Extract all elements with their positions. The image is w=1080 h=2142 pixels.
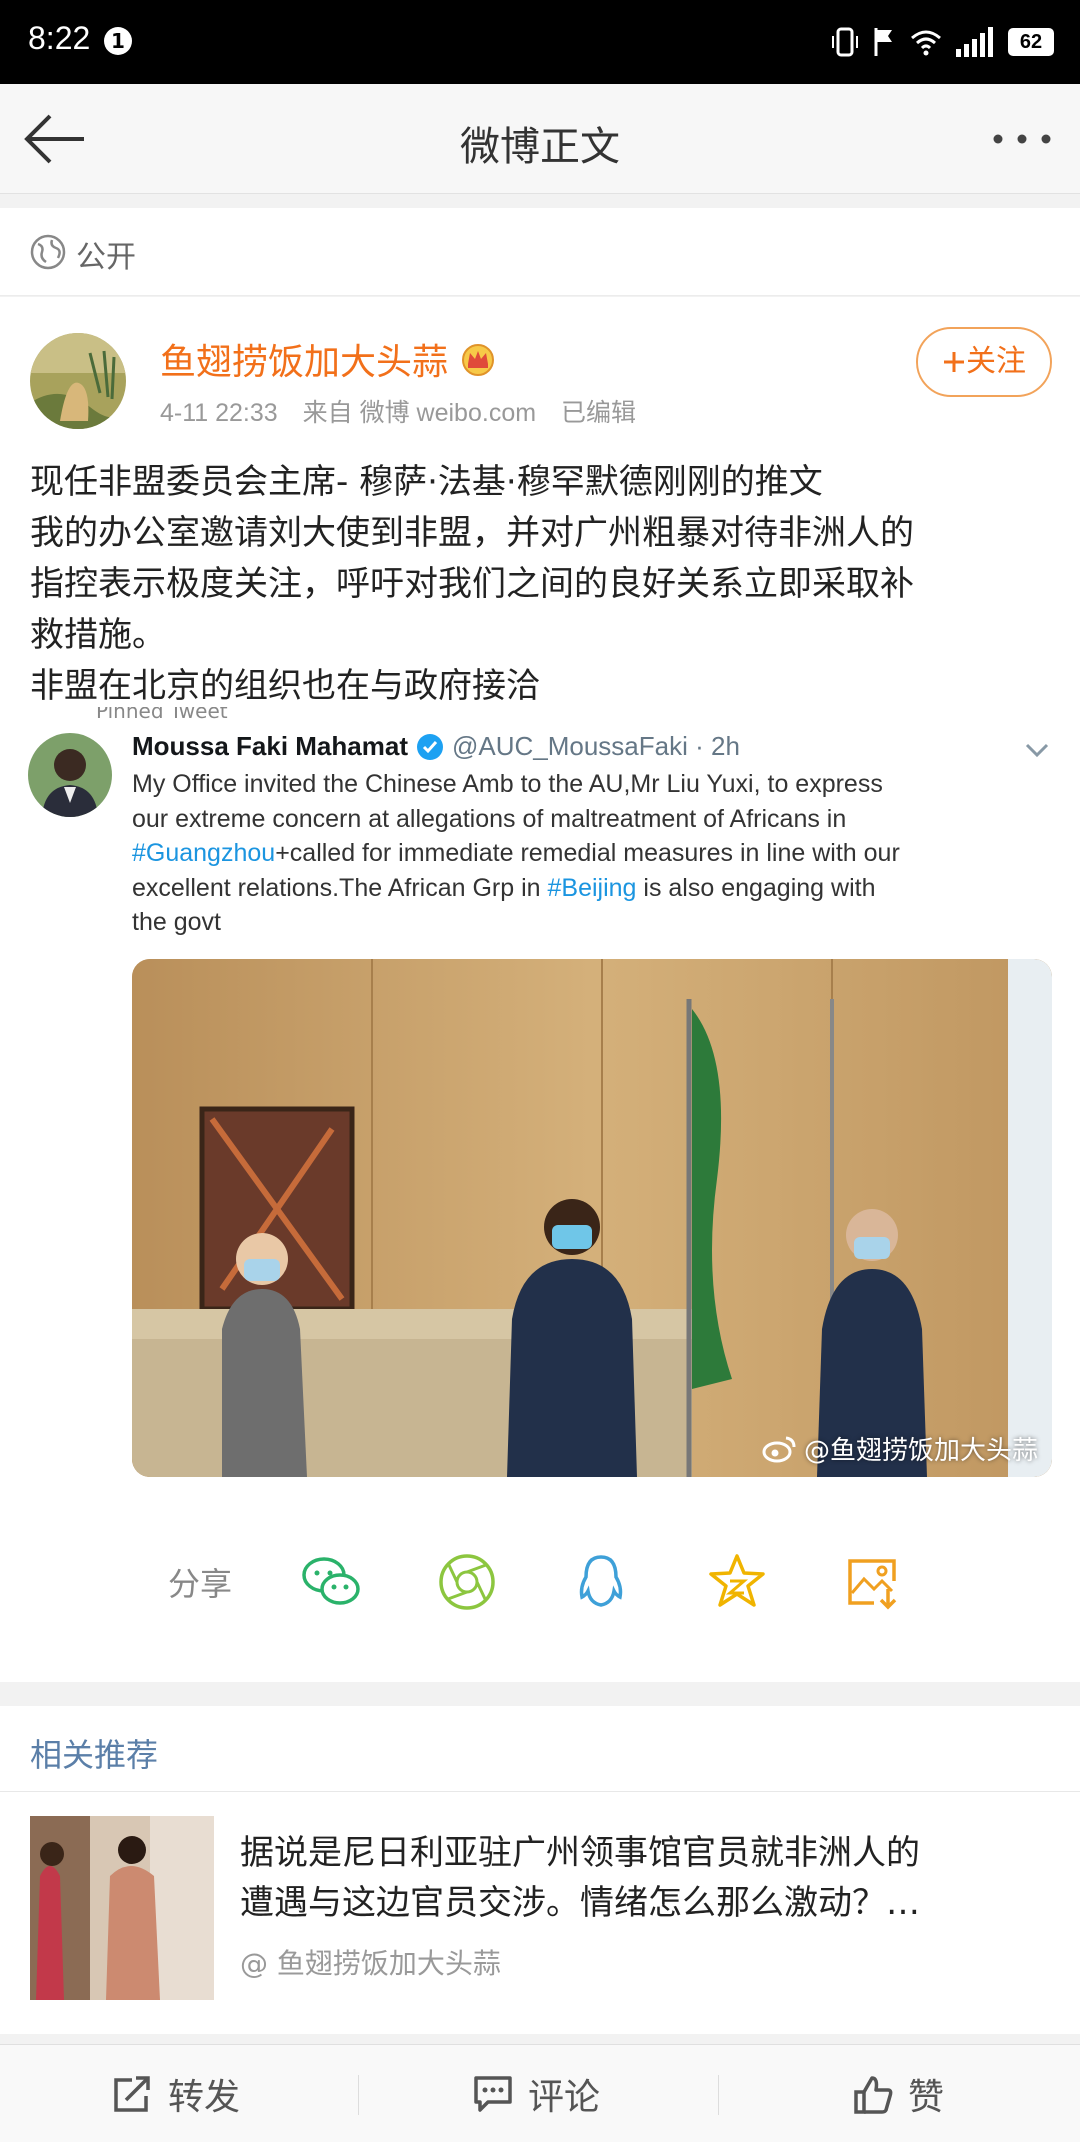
related-thumbnail[interactable] <box>30 1816 214 2000</box>
follow-label: 关注 <box>966 344 1026 379</box>
related-header-title: 相关推荐 <box>30 1736 159 1774</box>
weibo-logo-icon <box>762 1436 796 1462</box>
thumbs-up-icon <box>854 2076 893 2114</box>
divider <box>358 2075 359 2115</box>
visibility-label: 公开 <box>76 240 136 275</box>
author-name-text: 鱼翅捞饭加大头蒜 <box>160 342 449 383</box>
comment-button[interactable]: 评论 <box>472 2045 600 2142</box>
watermark-text: @鱼翅捞饭加大头蒜 <box>803 1436 1038 1466</box>
post-text-line: 非盟在北京的组织也在与政府接洽 <box>30 666 540 706</box>
related-source: @ 鱼翅捞饭加大头蒜 <box>240 1947 501 1980</box>
tweet-line: our extreme concern at allegations of ma… <box>132 804 847 833</box>
top-nav-bar: 微博正文 <box>0 84 1080 194</box>
tweet-avatar <box>28 733 112 817</box>
tweet-handle: @AUC_MoussaFaki · 2h <box>451 731 740 761</box>
post-text-line: 现任非盟委员会主席- 穆萨·法基·穆罕默德刚刚的推文 <box>30 462 823 502</box>
tweet-line: #Guangzhou+called for immediate remedial… <box>132 836 1052 871</box>
tweet-line: the govt <box>132 908 221 936</box>
clock: 8:22 <box>28 20 91 56</box>
save-image-icon[interactable] <box>842 1551 904 1613</box>
post-time: 4-11 22:33 <box>160 399 278 427</box>
like-button[interactable]: 赞 <box>852 2045 944 2142</box>
wifi-icon <box>911 30 941 56</box>
comment-icon <box>474 2076 512 2112</box>
moments-icon[interactable] <box>436 1551 498 1613</box>
plus-icon <box>944 352 964 372</box>
related-section: 相关推荐 据说是尼日利亚驻广州领事馆官员就非洲人的 遭遇与这边官员交涉。情绪怎么… <box>0 1706 1080 2034</box>
post-meta: 4-11 22:33 来自 微博 weibo.com 已编辑 <box>160 393 654 429</box>
comment-label: 评论 <box>528 2077 601 2118</box>
repost-icon <box>114 2076 150 2112</box>
page-title: 微博正文 <box>460 124 620 170</box>
tweet-line-text: excellent relations.The African Grp in <box>132 873 548 902</box>
post-text-line: 我的办公室邀请刘大使到非盟，并对广州粗暴对待非洲人的 <box>30 513 914 553</box>
visibility-row: 公开 <box>0 208 1080 296</box>
tweet-author: Moussa Faki Mahamat @AUC_MoussaFaki · 2h <box>132 731 740 762</box>
crown-badge-icon <box>462 344 495 376</box>
wechat-icon[interactable] <box>300 1551 362 1613</box>
edited-label[interactable]: 已编辑 <box>561 399 636 427</box>
repost-label: 转发 <box>168 2077 241 2118</box>
globe-icon <box>30 234 66 270</box>
post-image[interactable]: Pinned Tweet Moussa Faki Mahamat @AUC_Mo… <box>0 707 1080 1507</box>
author-name[interactable]: 鱼翅捞饭加大头蒜 <box>160 333 496 385</box>
tweet-author-name: Moussa Faki Mahamat <box>132 731 408 761</box>
more-options-icon[interactable] <box>990 114 1054 164</box>
tweet-line-text: is also engaging with <box>636 873 876 902</box>
qzone-icon[interactable] <box>706 1551 768 1613</box>
related-header: 相关推荐 <box>0 1706 1080 1792</box>
share-label: 分享 <box>168 1565 233 1603</box>
pinned-tweet-label: Pinned Tweet <box>96 707 228 723</box>
tweet-line: My Office invited the Chinese Amb to the… <box>132 770 883 798</box>
signal-icon <box>956 27 993 57</box>
flag-icon <box>874 28 892 56</box>
qq-icon[interactable] <box>570 1551 632 1613</box>
status-bar: 8:22 1 62 <box>0 0 1080 84</box>
author-avatar[interactable] <box>30 333 126 429</box>
verified-badge-icon <box>416 733 443 760</box>
status-icons: 62 <box>832 22 1054 62</box>
notification-badge: 1 <box>104 27 132 55</box>
tweet-photo: @鱼翅捞饭加大头蒜 <box>132 959 1052 1477</box>
post-text-line: 救措施。 <box>30 615 166 655</box>
like-label: 赞 <box>908 2077 945 2118</box>
image-watermark: @鱼翅捞饭加大头蒜 <box>762 1430 1038 1467</box>
related-title-line: 遭遇与这边官员交涉。情绪怎么那么激动？… <box>240 1883 920 1923</box>
related-title-line: 据说是尼日利亚驻广州领事馆官员就非洲人的 <box>240 1833 920 1873</box>
share-row: 分享 <box>0 1529 1080 1629</box>
hashtag-beijing: #Beijing <box>547 873 637 902</box>
hashtag-guangzhou: #Guangzhou <box>132 839 276 867</box>
follow-button[interactable]: 关注 <box>916 327 1052 397</box>
tweet-line: excellent relations.The African Grp in #… <box>132 871 1052 906</box>
post-body: 现任非盟委员会主席- 穆萨·法基·穆罕默德刚刚的推文 我的办公室邀请刘大使到非盟… <box>30 457 1050 712</box>
chevron-down-icon <box>1025 743 1049 758</box>
post-source[interactable]: 来自 微博 weibo.com <box>303 399 536 427</box>
repost-button[interactable]: 转发 <box>112 2045 240 2142</box>
battery-indicator: 62 <box>1008 28 1054 56</box>
vibrate-icon <box>832 27 858 57</box>
bottom-action-bar: 转发 评论 赞 <box>0 2044 1080 2142</box>
divider <box>718 2075 719 2115</box>
tweet-text: My Office invited the Chinese Amb to the… <box>132 767 1052 940</box>
related-title[interactable]: 据说是尼日利亚驻广州领事馆官员就非洲人的 遭遇与这边官员交涉。情绪怎么那么激动？… <box>240 1828 1050 1928</box>
tweet-line-text: +called for immediate remedial measures … <box>275 839 900 867</box>
post-text-line: 指控表示极度关注，呼吁对我们之间的良好关系立即采取补 <box>30 564 914 604</box>
weibo-post: 鱼翅捞饭加大头蒜 4-11 22:33 来自 微博 weibo.com 已编辑 … <box>0 297 1080 1682</box>
